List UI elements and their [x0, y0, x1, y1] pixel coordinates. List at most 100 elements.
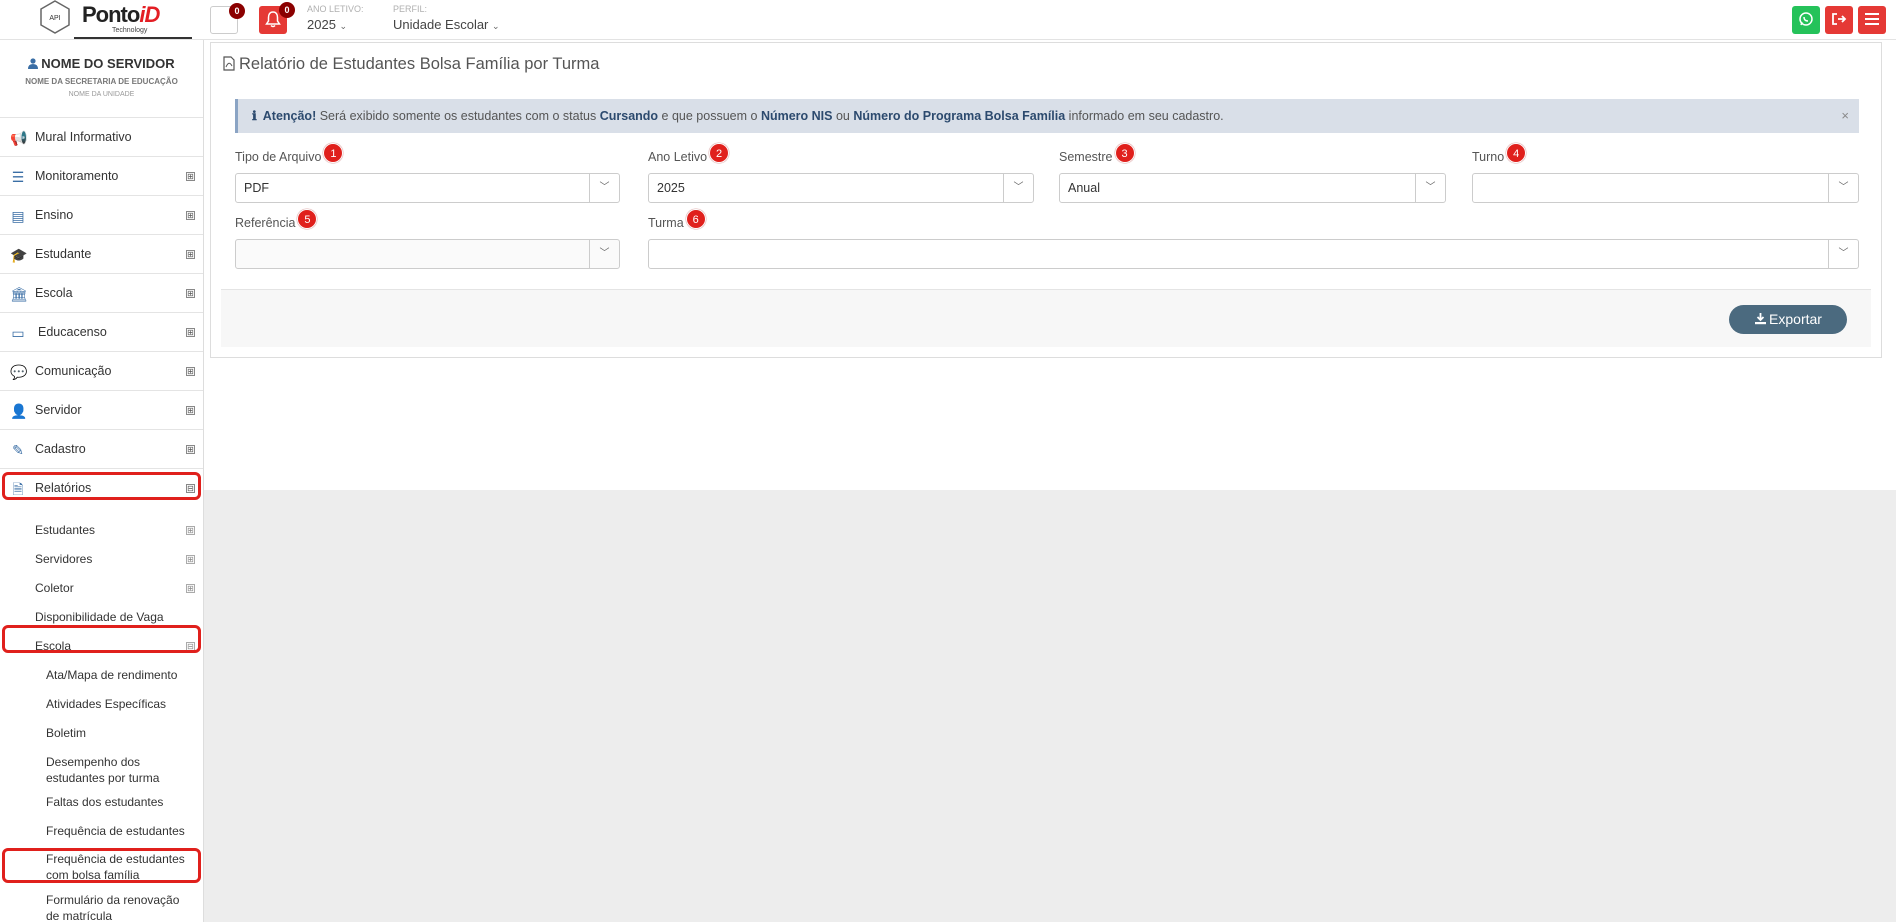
expand-icon[interactable]: ⊞ — [186, 584, 195, 593]
ano-letivo-label: ANO LETIVO: — [307, 4, 364, 14]
expand-icon[interactable]: ⊞ — [186, 445, 195, 454]
sidebar-item-mural[interactable]: 📢 Mural Informativo — [0, 118, 203, 157]
ano-letivo-value: 2025 — [307, 17, 336, 32]
report-panel: Relatório de Estudantes Bolsa Família po… — [210, 42, 1882, 358]
step-badge: 4 — [1506, 143, 1527, 163]
user-icon — [28, 58, 39, 69]
expand-icon[interactable]: ⊞ — [186, 250, 195, 259]
ano-letivo-field-label: Ano Letivo — [648, 150, 708, 164]
graduation-cap-icon: 🎓 — [10, 247, 28, 263]
tipo-arquivo-label: Tipo de Arquivo — [235, 150, 322, 164]
step-badge: 1 — [323, 143, 344, 163]
step-badge: 5 — [297, 209, 318, 229]
semestre-label: Semestre — [1059, 150, 1113, 164]
notifications-button[interactable]: 0 — [259, 2, 295, 34]
perfil-selector[interactable]: PERFIL: Unidade Escolar ⌄ — [393, 4, 500, 32]
turno-select[interactable]: ﹀ — [1472, 173, 1859, 203]
brand-sub: Technology — [112, 27, 148, 34]
expand-icon[interactable]: ⊞ — [186, 172, 195, 181]
sidebar-item-comunicacao[interactable]: 💬 Comunicação ⊞ — [0, 352, 203, 391]
ano-letivo-field: Ano Letivo 2 2025 ﹀ — [648, 143, 1034, 203]
turno-field: Turno 4 ﹀ — [1472, 143, 1859, 203]
page-title: Relatório de Estudantes Bolsa Família po… — [223, 55, 599, 74]
top-bar: API PontoiD Technology 0 0 ANO LETIVO: 2… — [0, 0, 1896, 40]
referencia-field: Referência 5 ﹀ — [235, 209, 620, 269]
main-menu-button[interactable] — [1858, 6, 1886, 34]
subsub-formulario[interactable]: Formulário da renovação de matrícula — [0, 890, 203, 922]
tipo-arquivo-select[interactable]: PDF ﹀ — [235, 173, 620, 203]
expand-icon[interactable]: ⊞ — [186, 328, 195, 337]
subsub-atividades[interactable]: Atividades Específicas — [0, 690, 203, 719]
svg-text:API: API — [49, 15, 60, 22]
sub-item-servidores[interactable]: Servidores ⊞ — [0, 545, 203, 574]
perfil-value: Unidade Escolar — [393, 17, 489, 32]
expand-icon[interactable]: ⊞ — [186, 555, 195, 564]
subsub-ata[interactable]: Ata/Mapa de rendimento — [0, 661, 203, 690]
sidebar-item-monitoramento[interactable]: ☰ Monitoramento ⊞ — [0, 157, 203, 196]
sidebar-item-escola[interactable]: 🏛 Escola ⊞ — [0, 274, 203, 313]
pontoid-logo[interactable]: API PontoiD Technology — [38, 0, 192, 40]
megaphone-icon: 📢 — [10, 130, 28, 146]
expand-icon[interactable]: ⊞ — [186, 211, 195, 220]
close-alert-button[interactable]: × — [1841, 99, 1849, 133]
user-icon: 👤 — [10, 403, 28, 419]
documents-button[interactable]: 0 — [210, 3, 245, 34]
ano-letivo-selector[interactable]: ANO LETIVO: 2025 ⌄ — [307, 4, 364, 32]
expand-icon[interactable]: ⊞ — [186, 406, 195, 415]
referencia-select[interactable]: ﹀ — [235, 239, 620, 269]
expand-icon[interactable]: ⊞ — [186, 367, 195, 376]
chevron-down-icon: ﹀ — [1828, 174, 1858, 202]
expand-icon[interactable]: ⊞ — [186, 289, 195, 298]
whatsapp-button[interactable] — [1792, 6, 1820, 34]
sub-item-estudantes[interactable]: Estudantes ⊞ — [0, 516, 203, 545]
export-button[interactable]: Exportar — [1729, 305, 1847, 334]
subsub-boletim[interactable]: Boletim — [0, 719, 203, 748]
book-icon: ▤ — [11, 208, 25, 224]
sliders-icon: ☰ — [11, 169, 25, 185]
download-icon — [1755, 313, 1767, 325]
highlight-frequencia-bolsa — [2, 848, 201, 883]
subsub-desempenho[interactable]: Desempenho dos estudantes por turma — [0, 748, 203, 788]
logout-button[interactable] — [1825, 6, 1853, 34]
turma-field: Turma 6 ﹀ — [648, 209, 1859, 269]
brand-name: Ponto — [82, 2, 140, 27]
highlight-relatorios — [2, 472, 201, 500]
step-badge: 3 — [1114, 143, 1135, 163]
semestre-select[interactable]: Anual ﹀ — [1059, 173, 1446, 203]
bank-icon: 🏛 — [10, 286, 28, 302]
turma-select[interactable]: ﹀ — [648, 239, 1859, 269]
highlight-escola — [2, 625, 201, 653]
sidebar-item-ensino[interactable]: ▤ Ensino ⊞ — [0, 196, 203, 235]
expand-icon[interactable]: ⊞ — [186, 526, 195, 535]
chevron-down-icon: ﹀ — [1828, 240, 1858, 268]
monitor-icon: ▭ — [11, 325, 25, 341]
chevron-down-icon: ﹀ — [589, 174, 619, 202]
step-badge: 2 — [709, 143, 730, 163]
sidebar-item-educacenso[interactable]: ▭ Educacenso ⊞ — [0, 313, 203, 352]
sidebar-item-estudante[interactable]: 🎓 Estudante ⊞ — [0, 235, 203, 274]
semestre-field: Semestre 3 Anual ﹀ — [1059, 143, 1446, 203]
chevron-down-icon: ﹀ — [1003, 174, 1033, 202]
sidebar-item-servidor[interactable]: 👤 Servidor ⊞ — [0, 391, 203, 430]
sub-item-coletor[interactable]: Coletor ⊞ — [0, 574, 203, 603]
turno-label: Turno — [1472, 150, 1505, 164]
step-badge: 6 — [685, 209, 706, 229]
brand-accent: iD — [139, 2, 160, 27]
subsub-frequencia[interactable]: Frequência de estudantes — [0, 817, 203, 846]
ano-letivo-select[interactable]: 2025 ﹀ — [648, 173, 1034, 203]
user-secretaria: NOME DA SECRETARIA DE EDUCAÇÃO — [25, 77, 178, 86]
chevron-down-icon: ⌄ — [339, 21, 348, 31]
notifications-count-badge: 0 — [279, 2, 295, 18]
sidebar-item-cadastro[interactable]: ✎ Cadastro ⊞ — [0, 430, 203, 469]
turma-label: Turma — [648, 216, 684, 230]
panel-footer: Exportar — [221, 289, 1871, 347]
subsub-faltas[interactable]: Faltas dos estudantes — [0, 788, 203, 817]
logo-underline — [74, 37, 192, 39]
bell-icon — [265, 11, 281, 28]
info-alert: ℹ Atenção! Será exibido somente os estuda… — [235, 99, 1859, 133]
user-panel: NOME DO SERVIDOR NOME DA SECRETARIA DE E… — [0, 40, 203, 118]
tipo-arquivo-field: Tipo de Arquivo 1 PDF ﹀ — [235, 143, 620, 203]
chevron-down-icon: ⌄ — [492, 21, 500, 31]
sign-out-icon — [1832, 13, 1847, 25]
chevron-down-icon: ﹀ — [589, 240, 619, 268]
